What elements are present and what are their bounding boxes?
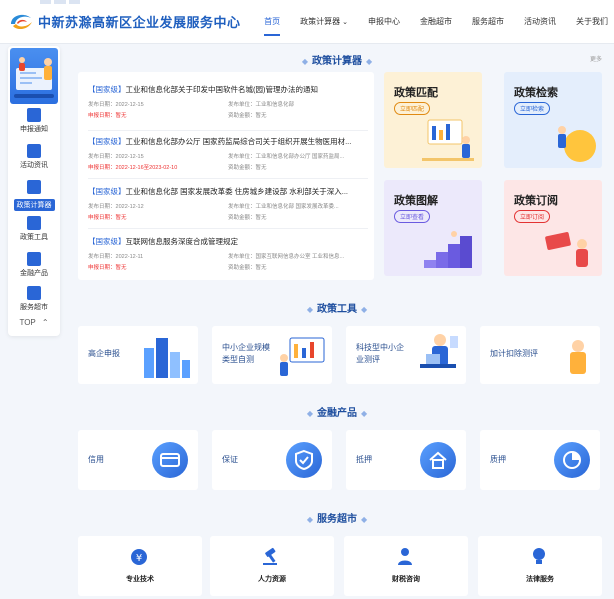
tool-sme-scale-self-test[interactable]: 中小企业规模 类型自测	[212, 326, 332, 384]
diamond-icon: ◆	[361, 409, 368, 418]
diamond-icon: ◆	[306, 409, 313, 418]
search-illustration-icon	[558, 126, 596, 162]
diamond-icon: ◆	[306, 515, 313, 524]
diamond-icon: ◆	[301, 57, 308, 66]
policy-news-list: 【国家级】工业和信息化部关于印发中国软件名城(园)管理办法的通知 发布日期：20…	[78, 72, 374, 280]
finance-pledge[interactable]: 质押	[480, 430, 600, 490]
briefcase-icon	[27, 216, 41, 230]
tool-tech-sme-evaluation[interactable]: 科技型中小企 业测评	[346, 326, 466, 384]
site-logo[interactable]: 中新苏滁高新区企业发展服务中心	[8, 10, 241, 32]
news-icon	[27, 144, 41, 158]
sidebar-illustration	[10, 48, 58, 104]
people-illustration-icon	[14, 57, 54, 98]
divider	[88, 130, 368, 131]
buildings-illustration-icon	[144, 338, 190, 378]
person-illustration-icon	[570, 340, 586, 374]
floating-sidebar: 申报通知 活动资讯 政策计算器 政策工具 金融产品 服务超市 TOP ⌃	[8, 46, 60, 336]
list-item[interactable]: 【国家级】工业和信息化部办公厅 国家药监局综合司关于组织开展生物医用材... 发…	[88, 136, 368, 171]
credit-card-icon	[152, 442, 188, 478]
analysis-illustration-icon	[422, 119, 474, 161]
divider	[88, 228, 368, 229]
coins-icon	[27, 252, 41, 266]
nav-about-us[interactable]: 关于我们	[576, 0, 608, 44]
divider	[88, 178, 368, 179]
user-badge-icon	[398, 548, 412, 565]
section-title-calculator: ◆ 政策计算器 ◆	[301, 56, 373, 67]
subscribe-illustration-icon	[545, 232, 588, 267]
section-title-services: ◆ 服务超市 ◆	[306, 514, 368, 525]
sidebar-item-finance-products[interactable]: 金融产品	[8, 252, 60, 278]
gavel-icon	[263, 547, 277, 565]
tool-high-tech-declaration[interactable]: 高企申报	[78, 326, 198, 384]
service-professional-tech[interactable]: ¥ 专业技术	[78, 536, 202, 596]
policy-graphic-card[interactable]: 政策图解 立即查看	[384, 180, 482, 276]
svg-text:¥: ¥	[136, 553, 142, 564]
diamond-icon: ◆	[306, 305, 313, 314]
nav-finance-market[interactable]: 金融超市	[420, 0, 452, 44]
sidebar-item-declaration-notice[interactable]: 申报通知	[8, 108, 60, 134]
view-now-button[interactable]: 立即查看	[394, 210, 431, 223]
sidebar-item-service-market[interactable]: 服务超市	[8, 286, 60, 312]
yuan-bag-icon: ¥	[131, 549, 147, 565]
sidebar-item-policy-tools[interactable]: 政策工具	[8, 216, 60, 242]
nav-service-market[interactable]: 服务超市	[472, 0, 504, 44]
section-title-tools: ◆ 政策工具 ◆	[306, 304, 368, 315]
chevron-down-icon: ⌄	[342, 19, 348, 26]
list-item[interactable]: 【国家级】工业和信息化部关于印发中国软件名城(园)管理办法的通知 发布日期：20…	[88, 84, 368, 119]
finance-credit[interactable]: 信用	[78, 430, 198, 490]
shield-check-icon	[286, 442, 322, 478]
sidebar-item-policy-calculator[interactable]: 政策计算器	[8, 180, 60, 212]
list-item[interactable]: 【国家级】工业和信息化部 国家发展改革委 住房城乡建设部 水利部关于深入... …	[88, 186, 368, 221]
house-hand-icon	[420, 442, 456, 478]
site-title: 中新苏滁高新区企业发展服务中心	[38, 14, 241, 30]
service-legal[interactable]: 法律服务	[478, 536, 602, 596]
monitor-icon	[27, 108, 41, 122]
nav-policy-calculator[interactable]: 政策计算器 ⌄	[300, 0, 348, 44]
person-laptop-illustration-icon	[420, 334, 458, 368]
more-link[interactable]: 更多	[590, 54, 602, 63]
logo-swirl-icon	[11, 14, 32, 30]
calculator-icon	[27, 180, 41, 194]
main-nav: 首页 政策计算器 ⌄ 申报中心 金融超市 服务超市 活动资讯 关于我们	[244, 0, 608, 44]
list-item[interactable]: 【国家级】互联网信息服务深度合成管理规定 发布日期：2022-12-11 发布单位…	[88, 236, 368, 271]
diamond-icon: ◆	[361, 305, 368, 314]
pie-chart-icon	[554, 442, 590, 478]
top-header: 中新苏滁高新区企业发展服务中心 首页 政策计算器 ⌄ 申报中心 金融超市 服务超市…	[0, 0, 614, 44]
chevron-up-icon: ⌃	[41, 318, 49, 327]
board-illustration-icon	[280, 337, 325, 376]
nav-declaration-center[interactable]: 申报中心	[368, 0, 400, 44]
finance-mortgage[interactable]: 抵押	[346, 430, 466, 490]
nav-activity-news[interactable]: 活动资讯	[524, 0, 556, 44]
lightbulb-icon	[533, 548, 545, 564]
section-title-finance: ◆ 金融产品 ◆	[306, 408, 368, 419]
finance-guarantee[interactable]: 保证	[212, 430, 332, 490]
service-tax-consulting[interactable]: 财税咨询	[344, 536, 468, 596]
diamond-icon: ◆	[361, 515, 368, 524]
policy-subscribe-card[interactable]: 政策订阅 立即订阅	[504, 180, 602, 276]
stairs-illustration-icon	[424, 231, 472, 268]
tool-deduction-evaluation[interactable]: 加计扣除测评	[480, 326, 600, 384]
policy-match-card[interactable]: 政策匹配 立即匹配	[384, 72, 482, 168]
server-icon	[27, 286, 41, 300]
nav-home[interactable]: 首页	[264, 0, 281, 44]
top-decoration	[40, 0, 80, 4]
diamond-icon: ◆	[366, 57, 373, 66]
policy-search-card[interactable]: 政策检索 立即检索	[504, 72, 602, 168]
sidebar-item-activity-news[interactable]: 活动资讯	[8, 144, 60, 170]
service-human-resources[interactable]: 人力资源	[210, 536, 334, 596]
back-to-top-button[interactable]: TOP ⌃	[8, 318, 60, 327]
